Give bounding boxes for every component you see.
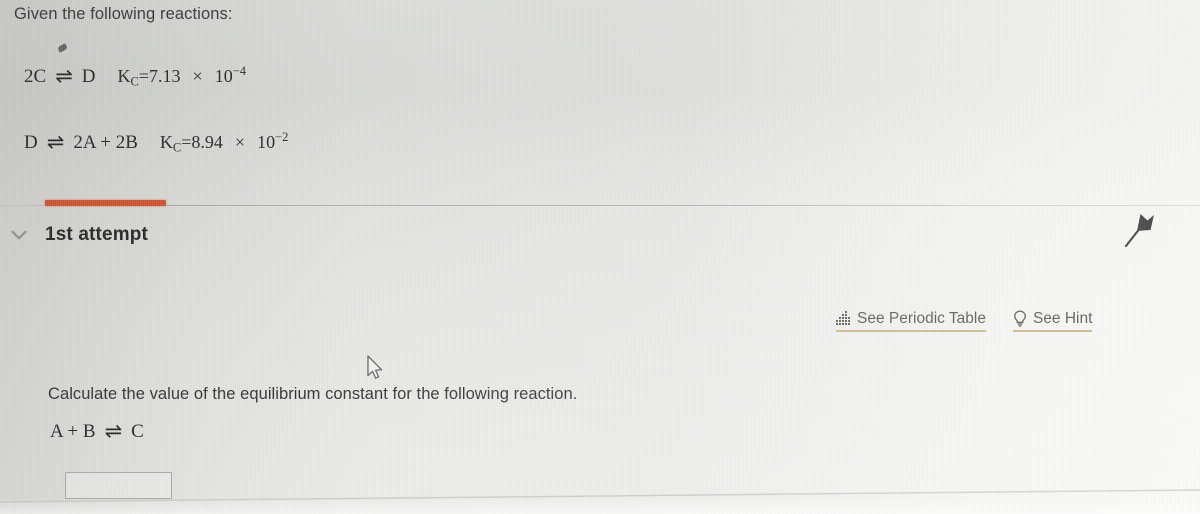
see-hint-link[interactable]: See Hint (1012, 310, 1093, 333)
question-reactants: A + B (50, 421, 96, 442)
reaction-2-constant: KC=8.94 × 10−2 (160, 130, 288, 156)
constant-subscript: C (172, 140, 182, 155)
constant-symbol: K (159, 131, 173, 152)
constant-subscript: C (130, 74, 139, 89)
constant-symbol: K (117, 65, 131, 86)
chevron-down-icon (11, 227, 27, 245)
screenshot-canvas: Given the following reactions: 2C ⇌ D KC… (0, 0, 1200, 514)
periodic-table-grid-icon (836, 311, 851, 326)
see-hint-label: See Hint (1032, 310, 1093, 327)
constant-equals: = (138, 65, 150, 86)
section-divider (0, 205, 1200, 206)
question-reaction-equation: A + B ⇌ C (50, 420, 144, 443)
constant-equals: = (181, 131, 192, 152)
reaction-2-products: 2A + 2B (73, 131, 138, 153)
flag-icon (1119, 214, 1161, 253)
attempt-tab-indicator (45, 200, 166, 206)
attempt-title: 1st attempt (45, 224, 149, 245)
reaction-1-products: D (81, 65, 96, 87)
see-periodic-table-link[interactable]: See Periodic Table (836, 310, 986, 333)
constant-coefficient: 8.94 (191, 131, 223, 152)
helper-links-group: See Periodic Table See Hint (836, 310, 1093, 333)
question-text: Calculate the value of the equilibrium c… (48, 385, 578, 403)
reaction-equation-1: 2C ⇌ D KC=7.13 × 10−4 (24, 64, 246, 90)
mouse-pointer-icon (366, 355, 388, 383)
lightbulb-icon (1013, 310, 1027, 327)
equilibrium-arrow-icon: ⇌ (55, 63, 73, 88)
constant-coefficient: 7.13 (149, 65, 181, 86)
screen-edge-glow (0, 498, 1200, 514)
reaction-1-constant: KC=7.13 × 10−4 (118, 64, 246, 90)
equilibrium-arrow-icon: ⇌ (46, 129, 65, 154)
equilibrium-arrow-icon: ⇌ (104, 419, 123, 443)
constant-base: 10 (214, 65, 233, 86)
flag-button[interactable] (1119, 209, 1161, 249)
question-products: C (131, 421, 144, 442)
attempt-collapse-toggle[interactable] (5, 222, 33, 250)
constant-base: 10 (257, 131, 276, 152)
see-periodic-table-label: See Periodic Table (857, 310, 986, 327)
constant-exponent: −4 (232, 64, 246, 78)
prompt-heading: Given the following reactions: (14, 5, 233, 23)
constant-times: × (234, 131, 246, 152)
constant-exponent: −2 (275, 130, 289, 144)
ink-artifact (57, 43, 68, 53)
reaction-1-reactants: 2C (24, 65, 47, 87)
reaction-2-reactants: D (24, 131, 38, 153)
reaction-equation-2: D ⇌ 2A + 2B KC=8.94 × 10−2 (24, 130, 288, 156)
constant-times: × (192, 65, 203, 86)
answer-input[interactable] (65, 472, 172, 499)
